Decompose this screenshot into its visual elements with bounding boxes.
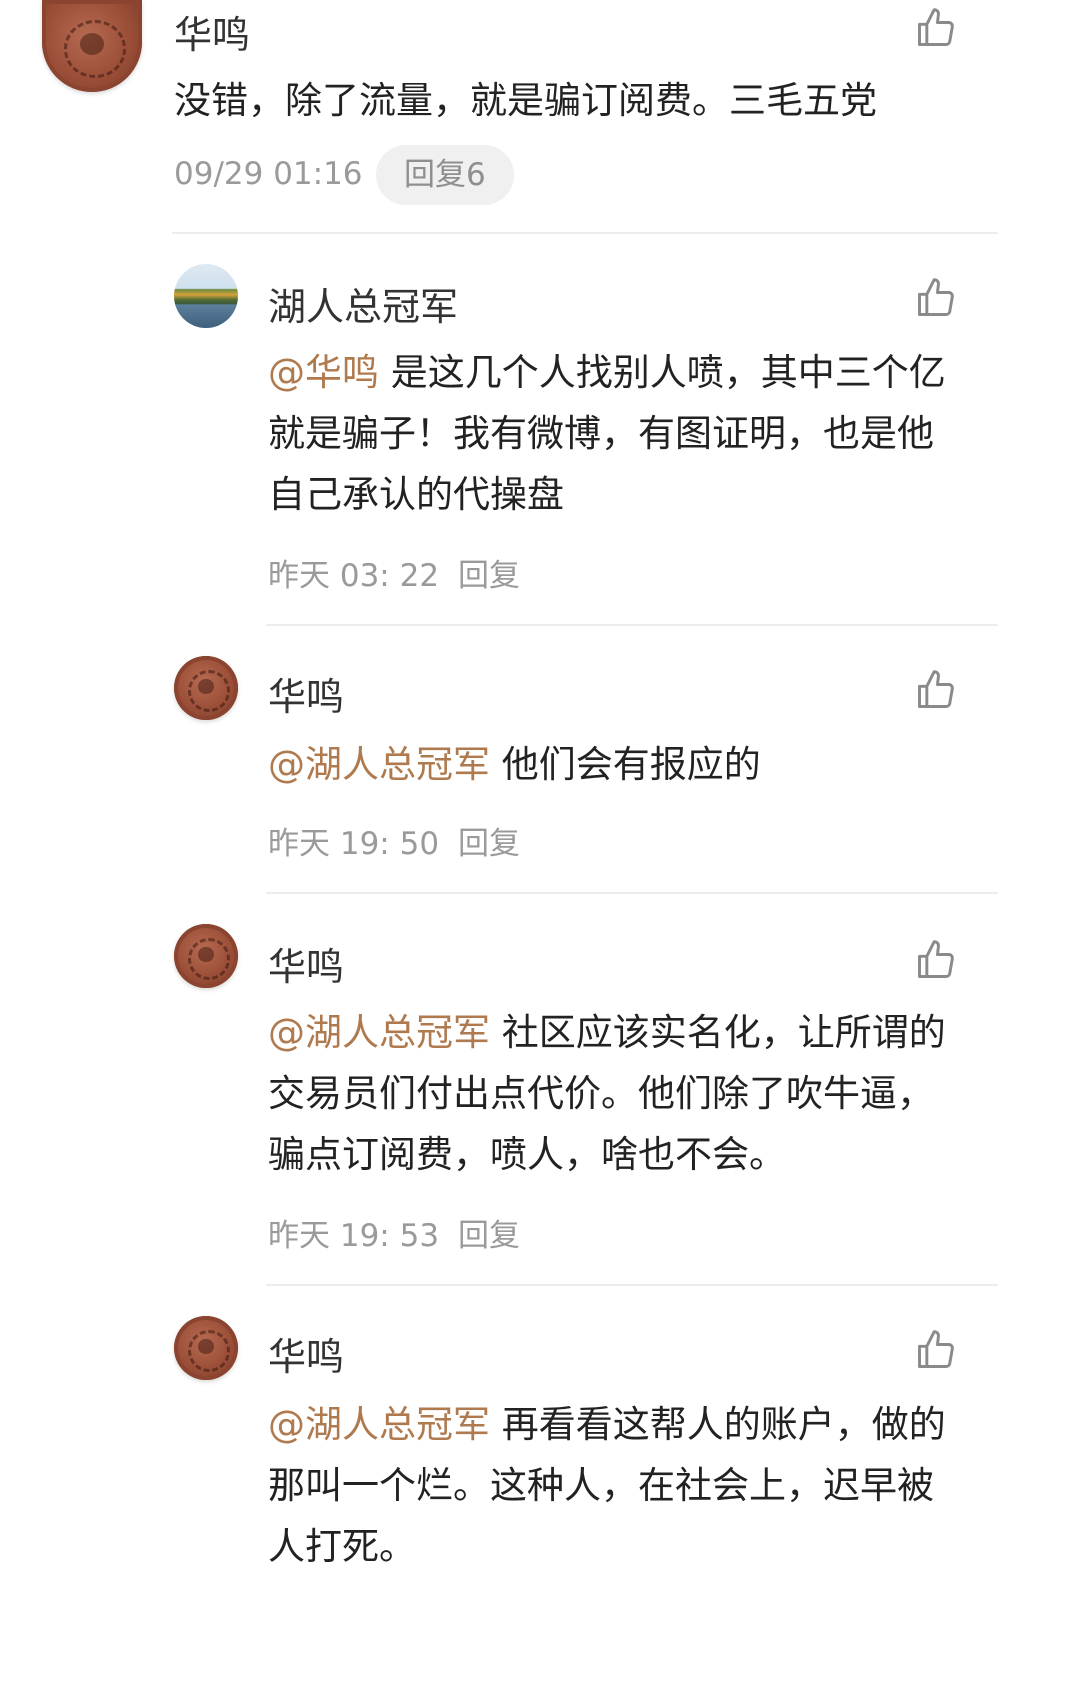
comment-author[interactable]: 湖人总冠军 [268, 276, 458, 331]
comment-time: 昨天 03: 22 [268, 558, 440, 594]
thumbs-up-icon[interactable] [914, 6, 958, 50]
comment-text: @湖人总冠军 他们会有报应的 [268, 743, 761, 786]
avatar[interactable] [42, 0, 142, 92]
reply-button[interactable]: 回复 [458, 550, 520, 595]
comment-text: @湖人总冠军 再看看这帮人的账户，做的那叫一个烂。这种人，在社会上，迟早被人打死… [268, 1403, 946, 1568]
comment-author[interactable]: 华鸣 [174, 4, 250, 59]
avatar[interactable] [174, 1316, 238, 1380]
mention-link[interactable]: @华鸣 [268, 351, 379, 394]
comment-time: 09/29 01:16 [174, 156, 363, 192]
avatar[interactable] [174, 924, 238, 988]
avatar[interactable] [174, 264, 238, 328]
comment-author[interactable]: 华鸣 [268, 1326, 344, 1381]
mention-link[interactable]: @湖人总冠军 [268, 1011, 490, 1054]
reply-button[interactable]: 回复 [458, 1210, 520, 1255]
divider [266, 1284, 998, 1286]
mention-link[interactable]: @湖人总冠军 [268, 743, 490, 786]
reply-button[interactable]: 回复 [458, 818, 520, 863]
divider [172, 232, 998, 234]
comment-text: 没错，除了流量，就是骗订阅费。三毛五党 [174, 79, 877, 122]
mention-link[interactable]: @湖人总冠军 [268, 1403, 490, 1446]
comment-time: 昨天 19: 53 [268, 1218, 440, 1254]
avatar[interactable] [174, 656, 238, 720]
comment-author[interactable]: 华鸣 [268, 936, 344, 991]
thumbs-up-icon[interactable] [914, 668, 958, 712]
divider [266, 624, 998, 626]
thumbs-up-icon[interactable] [914, 1328, 958, 1372]
thumbs-up-icon[interactable] [914, 276, 958, 320]
comment-text: @华鸣 是这几个人找别人喷，其中三个亿就是骗子！我有微博，有图证明，也是他自己承… [268, 351, 946, 516]
comment-time: 昨天 19: 50 [268, 826, 440, 862]
thumbs-up-icon[interactable] [914, 938, 958, 982]
reply-count-button[interactable]: 回复6 [376, 145, 514, 205]
comment-author[interactable]: 华鸣 [268, 666, 344, 721]
divider [266, 892, 998, 894]
comment-text: @湖人总冠军 社区应该实名化，让所谓的交易员们付出点代价。他们除了吹牛逼，骗点订… [268, 1011, 946, 1176]
